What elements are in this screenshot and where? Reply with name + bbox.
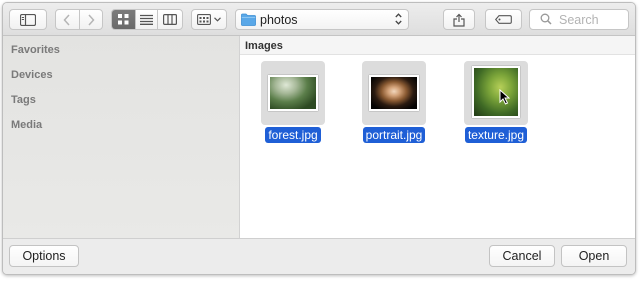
sidebar-section-media[interactable]: Media: [11, 119, 42, 131]
location-label: photos: [260, 13, 298, 27]
sidebar-icon: [20, 13, 36, 26]
sidebar: Favorites Devices Tags Media: [3, 36, 240, 238]
chevron-right-icon: [88, 13, 95, 26]
file-name: portrait.jpg: [353, 127, 435, 143]
sidebar-section-tags[interactable]: Tags: [11, 94, 36, 106]
sidebar-section-favorites[interactable]: Favorites: [11, 44, 60, 56]
icon-view-button[interactable]: [112, 10, 136, 29]
options-button[interactable]: Options: [9, 245, 79, 267]
file-item-forest[interactable]: forest.jpg: [252, 59, 334, 149]
sidebar-section-devices[interactable]: Devices: [11, 69, 53, 81]
search-field[interactable]: Search: [529, 9, 629, 30]
list-icon: [140, 14, 154, 25]
search-icon: [540, 13, 552, 25]
arrange-icon: [197, 14, 211, 25]
column-view-button[interactable]: [158, 10, 182, 29]
file-name: texture.jpg: [455, 127, 537, 143]
chevron-left-icon: [63, 13, 70, 26]
folder-icon: [241, 13, 256, 26]
view-mode-segment: [111, 9, 183, 30]
bottom-bar: Options Cancel Open: [3, 238, 635, 274]
toolbar: photos Search: [3, 3, 635, 36]
file-open-dialog: photos Search Favorites Devices Tags Med…: [2, 2, 636, 275]
columns-icon: [163, 14, 178, 25]
back-button[interactable]: [56, 10, 80, 29]
file-name: forest.jpg: [252, 127, 334, 143]
list-view-button[interactable]: [136, 10, 159, 29]
tags-button[interactable]: [485, 9, 522, 30]
group-header: Images: [240, 36, 635, 55]
tag-icon: [495, 15, 512, 24]
file-item-texture[interactable]: texture.jpg: [455, 59, 537, 149]
portrait-thumbnail: [369, 75, 419, 111]
sidebar-toggle-button[interactable]: [9, 9, 47, 30]
arrange-menu-button[interactable]: [191, 9, 227, 30]
forward-button[interactable]: [80, 10, 103, 29]
forest-thumbnail: [268, 75, 318, 111]
file-browser: Images forest.jpg portrait.jpg texture.j…: [240, 36, 635, 238]
texture-thumbnail: [472, 66, 520, 118]
open-button[interactable]: Open: [561, 245, 627, 267]
navigation-segment: [55, 9, 103, 30]
updown-chevron-icon: [395, 13, 402, 25]
location-popup[interactable]: photos: [235, 9, 409, 30]
share-icon: [453, 13, 465, 27]
chevron-down-icon: [214, 17, 221, 22]
file-item-portrait[interactable]: portrait.jpg: [353, 59, 435, 149]
group-title: Images: [245, 40, 283, 52]
search-placeholder: Search: [559, 13, 599, 27]
grid-icon: [117, 14, 129, 25]
cancel-button[interactable]: Cancel: [489, 245, 555, 267]
share-button[interactable]: [443, 9, 475, 30]
mouse-cursor-icon: [499, 89, 510, 105]
